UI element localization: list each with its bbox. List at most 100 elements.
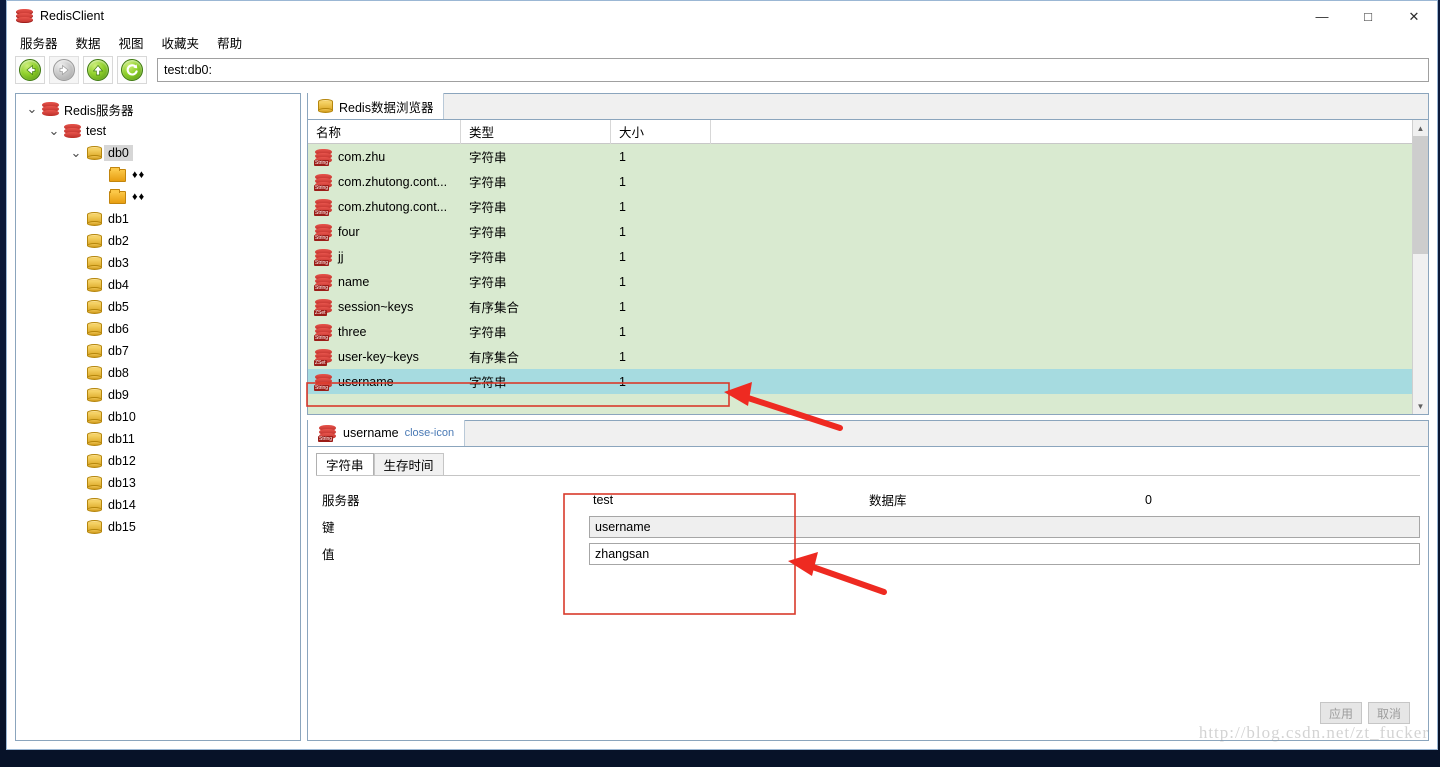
column-header-type[interactable]: 类型 — [461, 119, 611, 144]
key-input[interactable]: username — [589, 515, 1420, 538]
string-key-icon: String — [314, 273, 333, 291]
back-button[interactable] — [15, 56, 45, 84]
tree-node-db13[interactable]: db13 — [16, 472, 300, 494]
refresh-icon — [121, 59, 143, 81]
address-bar[interactable]: test:db0: — [157, 58, 1429, 82]
tree-node-db2[interactable]: db2 — [16, 230, 300, 252]
table-row[interactable]: String com.zhutong.cont... 字符串 1 — [308, 169, 1412, 194]
database-icon — [84, 498, 104, 512]
tree-node-db4[interactable]: db4 — [16, 274, 300, 296]
string-key-icon: String — [314, 248, 333, 266]
value-input[interactable]: zhangsan — [589, 542, 1420, 565]
redis-logo-icon — [16, 9, 33, 23]
forward-button[interactable] — [49, 56, 79, 84]
table-row[interactable]: ZSet user-key~keys 有序集合 1 — [308, 344, 1412, 369]
tree-node-[interactable]: ♦♦ — [16, 164, 300, 186]
refresh-button[interactable] — [117, 56, 147, 84]
tree-node-db3[interactable]: db3 — [16, 252, 300, 274]
tree-node-label: ♦♦ — [132, 169, 146, 181]
cell-type: 字符串 — [469, 201, 507, 215]
table-row[interactable]: ZSet session~keys 有序集合 1 — [308, 294, 1412, 319]
value-input-value: zhangsan — [595, 546, 650, 561]
table-row[interactable]: String name 字符串 1 — [308, 269, 1412, 294]
cell-name-text: session~keys — [338, 299, 414, 314]
menu-data[interactable]: 数据 — [75, 33, 102, 52]
arrow-left-icon — [19, 59, 41, 81]
column-header-size[interactable]: 大小 — [611, 119, 711, 144]
tree-node-label: test — [86, 124, 107, 138]
scroll-down-button[interactable]: ▼ — [1413, 398, 1428, 414]
minimize-button[interactable]: — — [1299, 1, 1345, 32]
menu-view[interactable]: 视图 — [118, 33, 145, 52]
close-icon[interactable]: close-icon — [405, 427, 455, 439]
tree-node-db7[interactable]: db7 — [16, 340, 300, 362]
tree-node-db12[interactable]: db12 — [16, 450, 300, 472]
cell-name: String com.zhutong.cont... — [308, 194, 461, 219]
database-icon — [84, 300, 104, 314]
tree-node-db6[interactable]: db6 — [16, 318, 300, 340]
tab-redis-data-browser[interactable]: Redis数据浏览器 — [308, 93, 445, 119]
tree-node-[interactable]: ♦♦ — [16, 186, 300, 208]
tree-node-label: ♦♦ — [132, 191, 146, 203]
toolbar: test:db0: — [7, 53, 1437, 87]
cancel-button[interactable]: 取消 — [1367, 702, 1410, 724]
string-key-icon: String — [314, 323, 333, 341]
chevron-down-icon[interactable]: ⌄ — [24, 102, 40, 115]
table-row[interactable]: String jj 字符串 1 — [308, 244, 1412, 269]
zset-key-icon: ZSet — [314, 348, 333, 366]
table-row[interactable]: String username 字符串 1 — [308, 369, 1412, 394]
tree-node-db15[interactable]: db15 — [16, 516, 300, 538]
cell-name: ZSet session~keys — [308, 294, 461, 319]
database-icon — [318, 99, 333, 113]
database-icon — [84, 388, 104, 402]
table-row[interactable]: String three 字符串 1 — [308, 319, 1412, 344]
tree-node-label: Redis服务器 — [64, 103, 134, 118]
server-tree-panel[interactable]: ⌄ Redis服务器 ⌄ test ⌄ db0 ♦♦ ♦♦ db1 db2 db3 db4 db5 db6… — [15, 93, 301, 741]
tree-node-test[interactable]: ⌄ test — [16, 120, 300, 142]
subtab-ttl[interactable]: 生存时间 — [373, 453, 444, 475]
cell-type: 字符串 — [469, 326, 507, 340]
tree-node-db9[interactable]: db9 — [16, 384, 300, 406]
menu-favorites[interactable]: 收藏夹 — [161, 33, 201, 52]
address-value: test:db0: — [164, 63, 212, 77]
menu-help[interactable]: 帮助 — [216, 33, 243, 52]
scroll-track[interactable] — [1413, 136, 1428, 398]
tree-node-label: db4 — [108, 278, 129, 292]
database-icon — [84, 520, 104, 534]
tree-node-db8[interactable]: db8 — [16, 362, 300, 384]
table-row[interactable]: String four 字符串 1 — [308, 219, 1412, 244]
cell-name-text: com.zhutong.cont... — [338, 199, 448, 214]
tab-key-username[interactable]: String username close-icon — [308, 420, 466, 446]
cell-type: 字符串 — [469, 376, 507, 390]
cell-size: 1 — [619, 224, 626, 239]
arrow-right-icon — [53, 59, 75, 81]
table-row[interactable]: String com.zhutong.cont... 字符串 1 — [308, 194, 1412, 219]
tree-node-db0[interactable]: ⌄ db0 — [16, 142, 300, 164]
menu-server[interactable]: 服务器 — [19, 33, 59, 52]
column-header-extra[interactable] — [711, 120, 1412, 144]
tree-node-db14[interactable]: db14 — [16, 494, 300, 516]
scroll-up-button[interactable]: ▲ — [1413, 120, 1428, 136]
close-button[interactable]: ✕ — [1391, 1, 1437, 32]
column-header-name[interactable]: 名称 — [308, 119, 461, 144]
redis-server-icon — [40, 102, 60, 116]
table-row[interactable]: String com.zhu 字符串 1 — [308, 144, 1412, 169]
tree-node-db10[interactable]: db10 — [16, 406, 300, 428]
tree-node-Redis[interactable]: ⌄ Redis服务器 — [16, 98, 300, 120]
key-row: 键 username — [316, 513, 1420, 540]
cell-type: 字符串 — [469, 176, 507, 190]
chevron-down-icon[interactable]: ⌄ — [68, 146, 84, 159]
scroll-thumb[interactable] — [1413, 136, 1428, 254]
up-button[interactable] — [83, 56, 113, 84]
subtab-string[interactable]: 字符串 — [316, 453, 374, 475]
chevron-down-icon[interactable]: ⌄ — [46, 124, 62, 137]
grid-vertical-scrollbar[interactable]: ▲ ▼ — [1412, 120, 1428, 414]
cell-name-text: username — [338, 374, 394, 389]
cell-extra — [711, 219, 1412, 244]
tree-node-db5[interactable]: db5 — [16, 296, 300, 318]
apply-button[interactable]: 应用 — [1319, 702, 1362, 724]
maximize-button[interactable]: □ — [1345, 1, 1391, 32]
tree-node-db1[interactable]: db1 — [16, 208, 300, 230]
database-icon — [84, 234, 104, 248]
tree-node-db11[interactable]: db11 — [16, 428, 300, 450]
